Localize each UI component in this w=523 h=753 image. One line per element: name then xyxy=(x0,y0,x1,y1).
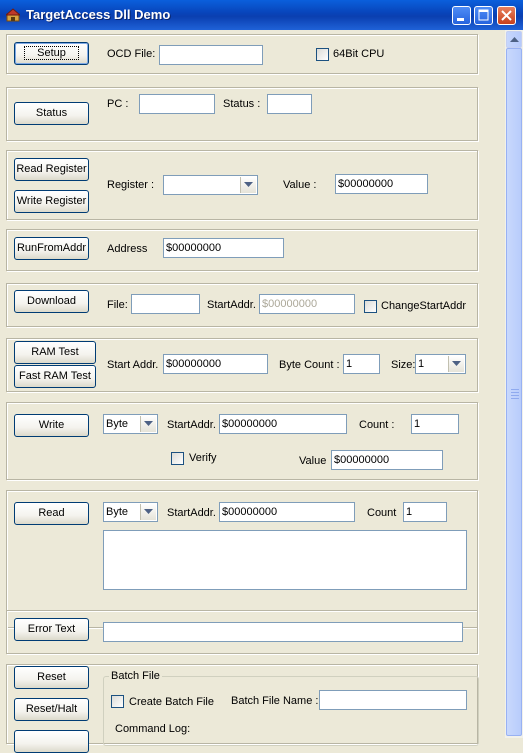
batch-file-name-input[interactable] xyxy=(319,690,467,710)
change-start-addr-label: ChangeStartAddr xyxy=(381,300,466,312)
write-type-select[interactable]: Byte xyxy=(103,414,158,434)
vertical-scrollbar[interactable] xyxy=(505,30,523,738)
byte-count-label: Byte Count : xyxy=(279,359,340,371)
status-button[interactable]: Status xyxy=(14,102,89,125)
chevron-down-icon xyxy=(452,361,461,366)
read-register-button[interactable]: Read Register xyxy=(14,158,89,181)
write-type-value: Byte xyxy=(106,418,129,430)
fast-ram-test-button[interactable]: Fast RAM Test xyxy=(14,365,96,388)
verify-label: Verify xyxy=(189,452,217,464)
app-icon xyxy=(6,8,20,22)
window-title: TargetAccess Dll Demo xyxy=(26,7,171,22)
pc-label: PC : xyxy=(107,98,129,110)
reset-button[interactable]: Reset xyxy=(14,666,89,689)
thumb-grip xyxy=(511,392,519,393)
maximize-icon xyxy=(478,9,489,21)
thumb-grip xyxy=(511,389,519,390)
write-value-input[interactable]: $00000000 xyxy=(331,450,443,470)
write-button[interactable]: Write xyxy=(14,414,89,437)
write-start-label: StartAddr. xyxy=(167,419,216,431)
write-type-dropdown-button[interactable] xyxy=(140,416,156,432)
cpu64-label: 64Bit CPU xyxy=(333,48,385,60)
command-log-label: Command Log: xyxy=(115,723,191,735)
chevron-down-icon xyxy=(144,509,153,514)
register-value-input[interactable]: $00000000 xyxy=(335,174,428,194)
cpu64-checkbox[interactable] xyxy=(316,48,329,61)
read-type-dropdown-button[interactable] xyxy=(140,504,156,520)
address-label: Address xyxy=(107,243,148,255)
change-start-addr-checkbox[interactable] xyxy=(364,300,377,313)
register-dropdown-button[interactable] xyxy=(240,177,256,193)
download-start-input: $00000000 xyxy=(259,294,355,314)
close-button[interactable] xyxy=(497,6,516,25)
thumb-grip xyxy=(511,395,519,396)
read-output-textarea[interactable] xyxy=(103,530,467,590)
read-type-select[interactable]: Byte xyxy=(103,502,158,522)
reset-halt-button[interactable]: Reset/Halt xyxy=(14,698,89,721)
scroll-up-button[interactable] xyxy=(506,31,522,48)
setup-button-label: Setup xyxy=(24,46,79,60)
download-start-label: StartAddr. xyxy=(207,299,256,311)
batch-file-group-label: Batch File xyxy=(109,669,162,683)
ocd-file-input[interactable] xyxy=(159,45,263,65)
size-label: Size: xyxy=(391,359,416,371)
batch-file-name-label: Batch File Name : xyxy=(231,695,319,707)
extra-button[interactable] xyxy=(14,730,89,753)
read-button[interactable]: Read xyxy=(14,502,89,525)
scroll-thumb[interactable] xyxy=(506,48,522,736)
size-select[interactable]: 1 xyxy=(415,354,466,374)
minimize-icon xyxy=(457,18,464,21)
read-count-label: Count xyxy=(367,507,397,519)
close-icon xyxy=(501,10,512,21)
create-batch-file-label: Create Batch File xyxy=(129,696,214,708)
byte-count-input[interactable]: 1 xyxy=(343,354,380,374)
register-select[interactable] xyxy=(163,175,258,195)
setup-button[interactable]: Setup xyxy=(14,42,89,65)
chevron-down-icon xyxy=(144,421,153,426)
ram-start-input[interactable]: $00000000 xyxy=(163,354,268,374)
client-area: Setup OCD File: 64Bit CPU Status PC : St… xyxy=(0,30,505,753)
download-button[interactable]: Download xyxy=(14,290,89,313)
address-input[interactable]: $00000000 xyxy=(163,238,284,258)
write-count-label: Count : xyxy=(359,419,395,431)
size-select-value: 1 xyxy=(418,358,425,370)
status-input[interactable] xyxy=(267,94,312,114)
ram-test-button[interactable]: RAM Test xyxy=(14,341,96,364)
chevron-down-icon xyxy=(244,182,253,187)
write-count-input[interactable]: 1 xyxy=(411,414,459,434)
read-start-input[interactable]: $00000000 xyxy=(219,502,355,522)
file-label: File: xyxy=(107,299,128,311)
register-label: Register : xyxy=(107,179,155,191)
thumb-grip xyxy=(511,398,519,399)
read-type-value: Byte xyxy=(106,506,129,518)
chevron-up-icon xyxy=(510,37,519,42)
size-dropdown-button[interactable] xyxy=(448,356,464,372)
write-start-input[interactable]: $00000000 xyxy=(219,414,347,434)
error-text-button[interactable]: Error Text xyxy=(14,618,89,641)
ram-start-label: Start Addr. xyxy=(107,359,159,371)
verify-checkbox[interactable] xyxy=(171,452,184,465)
ocd-file-label: OCD File: xyxy=(107,48,156,60)
create-batch-file-checkbox[interactable] xyxy=(111,695,124,708)
error-text-input[interactable] xyxy=(103,622,463,642)
register-value-label: Value : xyxy=(283,179,317,191)
write-register-button[interactable]: Write Register xyxy=(14,190,89,213)
run-from-addr-button[interactable]: RunFromAddr xyxy=(14,237,89,260)
read-start-label: StartAddr. xyxy=(167,507,216,519)
maximize-button[interactable] xyxy=(474,6,493,25)
pc-input[interactable] xyxy=(139,94,215,114)
status-label: Status : xyxy=(223,98,261,110)
file-input[interactable] xyxy=(131,294,200,314)
minimize-button[interactable] xyxy=(452,6,471,25)
read-count-input[interactable]: 1 xyxy=(403,502,447,522)
write-value-label: Value xyxy=(299,455,327,467)
title-bar[interactable]: TargetAccess Dll Demo xyxy=(0,0,523,30)
